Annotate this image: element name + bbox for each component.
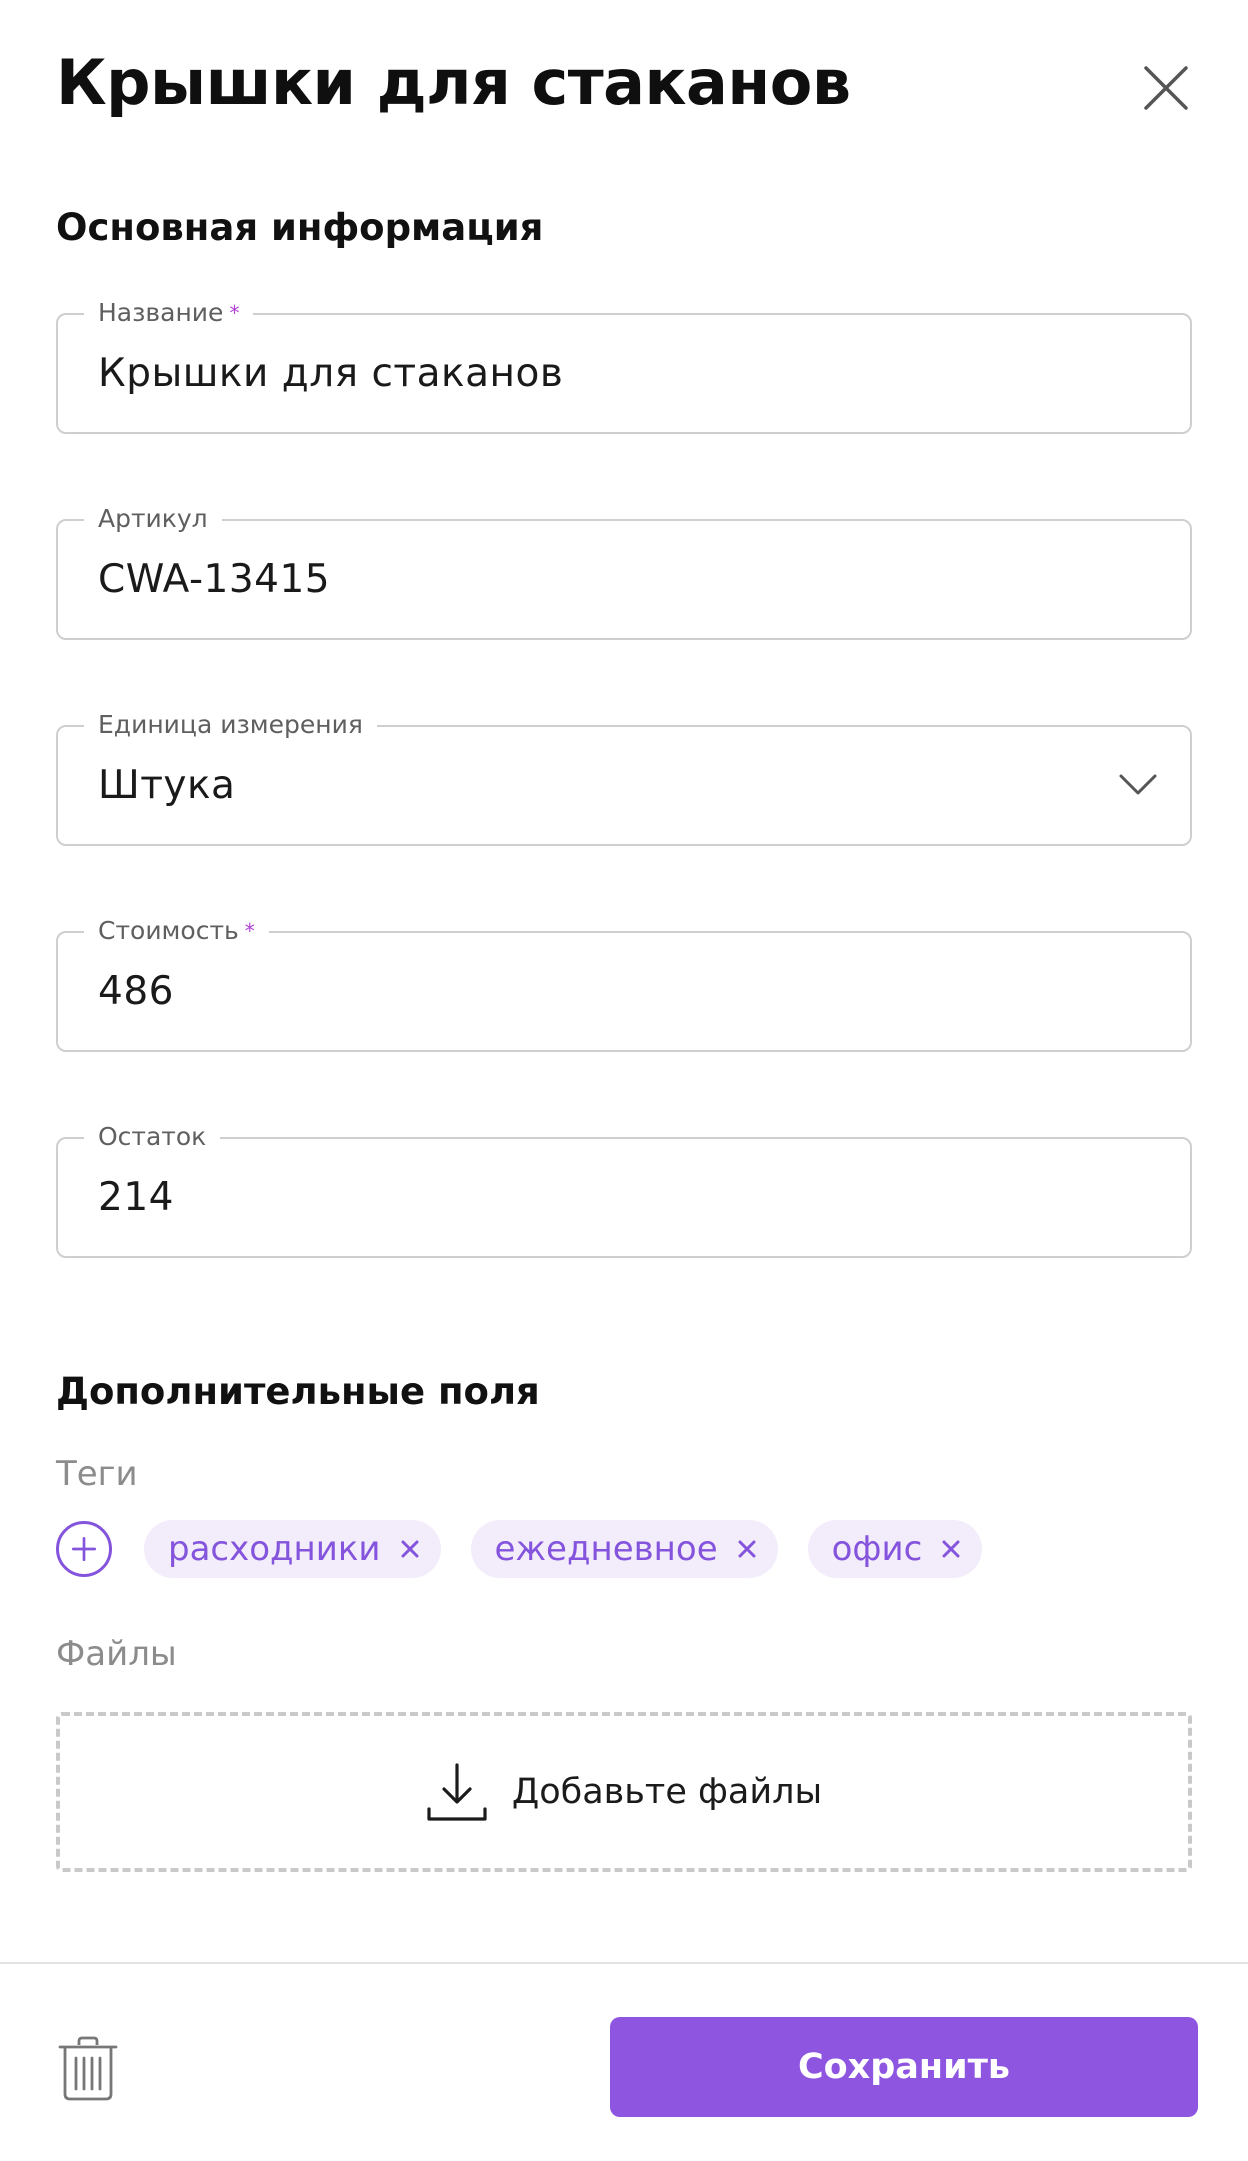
download-icon [427, 1763, 487, 1821]
file-dropzone[interactable]: Добавьте файлы [56, 1712, 1192, 1872]
stock-input[interactable]: 214 [98, 1139, 174, 1256]
tag-label: ежедневное [494, 1529, 718, 1569]
sku-input[interactable]: CWA-13415 [98, 521, 330, 638]
tag-chip[interactable]: офис [807, 1520, 983, 1578]
save-button[interactable]: Сохранить [610, 2017, 1198, 2117]
tag-label: офис [831, 1529, 923, 1569]
page-title: Крышки для стаканов [56, 46, 851, 119]
chevron-down-icon[interactable] [1118, 769, 1158, 799]
tag-label: расходники [168, 1529, 381, 1569]
price-input[interactable]: 486 [98, 933, 174, 1050]
extra-fields-heading: Дополнительные поля [56, 1370, 540, 1413]
remove-tag-icon[interactable] [942, 1540, 960, 1558]
tag-chip[interactable]: ежедневное [470, 1520, 778, 1578]
unit-value[interactable]: Штука [98, 727, 235, 844]
basic-info-heading: Основная информация [56, 206, 544, 249]
add-tag-button[interactable] [56, 1521, 112, 1577]
unit-select[interactable]: Единица измерения Штука [56, 708, 1192, 846]
tag-chip[interactable]: расходники [144, 1520, 441, 1578]
stock-field[interactable]: Остаток 214 [56, 1120, 1192, 1258]
footer-divider [0, 1962, 1248, 1964]
name-input[interactable]: Крышки для стаканов [98, 315, 563, 432]
name-field[interactable]: Название * Крышки для стаканов [56, 296, 1192, 434]
remove-tag-icon[interactable] [738, 1540, 756, 1558]
required-mark: * [244, 919, 255, 943]
tags-list: расходники ежедневное офис [144, 1520, 983, 1578]
tags-label: Теги [56, 1454, 138, 1494]
files-label: Файлы [56, 1634, 177, 1674]
price-field[interactable]: Стоимость * 486 [56, 914, 1192, 1052]
trash-icon[interactable] [58, 2036, 118, 2102]
dropzone-label: Добавьте файлы [511, 1772, 823, 1812]
close-icon[interactable] [1140, 62, 1192, 114]
sku-field[interactable]: Артикул CWA-13415 [56, 502, 1192, 640]
remove-tag-icon[interactable] [401, 1540, 419, 1558]
